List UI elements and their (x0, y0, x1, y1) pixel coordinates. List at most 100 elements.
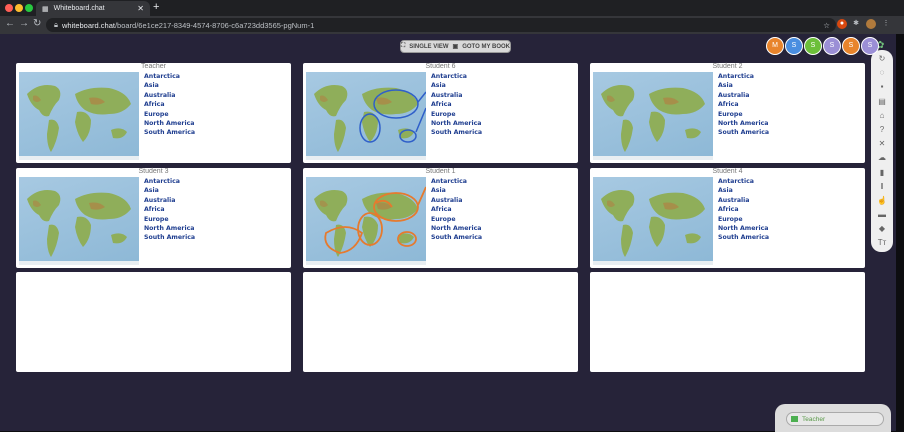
continent-label: North America (431, 120, 482, 128)
help-icon[interactable]: ? (880, 123, 884, 137)
student-board-card[interactable]: Teacher Antarctica Asia Australia Africa Euro… (16, 63, 291, 163)
redo-icon[interactable]: ↻ (879, 52, 886, 66)
board-owner-label: Student 3 (138, 168, 169, 175)
continent-label: South America (431, 129, 483, 137)
continent-label: Africa (431, 206, 452, 214)
goto-book-label[interactable]: GOTO MY BOOK (462, 44, 510, 50)
close-window-icon[interactable] (5, 4, 13, 12)
student-board-card[interactable]: Student 6 Antarctica Asia Australia Africa Eu… (303, 63, 578, 163)
continent-list: Antarctica Asia Australia Africa Europe North… (718, 72, 769, 138)
extension-icon[interactable]: ● (837, 19, 847, 29)
student-board-card[interactable]: Student 3 Antarctica Asia Australia Africa Eu… (16, 168, 291, 268)
participant-avatar[interactable]: S (804, 37, 822, 55)
world-map-image (593, 85, 713, 160)
browser-tab[interactable]: ▦ Whiteboard.chat ✕ (36, 1, 150, 16)
tab-title: Whiteboard.chat (53, 5, 105, 12)
continent-label: North America (144, 120, 195, 128)
continent-label: Antarctica (718, 73, 754, 80)
new-tab-icon[interactable]: + (153, 1, 159, 13)
minimize-window-icon[interactable] (15, 4, 23, 12)
continent-label: Asia (718, 187, 733, 195)
continent-label: Australia (718, 196, 750, 204)
url-host: whiteboard.chat (62, 20, 115, 30)
participant-avatar[interactable]: S (842, 37, 860, 55)
student-board-card[interactable]: Student 2 Antarctica Asia Australia Africa Eu… (590, 63, 865, 163)
world-map-image (306, 186, 426, 265)
hide-icon[interactable]: ◌ (880, 66, 885, 80)
teacher-button-label: Teacher (802, 415, 826, 423)
book-icon: ▣ (452, 44, 459, 50)
map-area (306, 72, 426, 160)
text-icon[interactable]: Tт (878, 236, 887, 250)
continent-label: Africa (431, 101, 452, 109)
video-icon (791, 416, 798, 422)
lock-icon: 🔒︎ (54, 20, 58, 29)
continent-label: Antarctica (431, 73, 467, 80)
maximize-window-icon[interactable] (25, 4, 33, 12)
continent-label: North America (431, 225, 482, 233)
map-area (19, 72, 139, 160)
tab-close-icon[interactable]: ✕ (137, 4, 144, 13)
side-toolbar: ↻ ◌ ▪ ▤ ⌂? ✕ ☁ ▮ ‖ ☝ ▬ ◆ Tт (871, 50, 893, 252)
continent-label: Asia (144, 187, 159, 195)
continent-label: Europe (431, 110, 456, 118)
continent-label: Asia (718, 82, 733, 90)
browser-menu-icon[interactable]: ⋮ (881, 19, 891, 29)
home-icon[interactable]: ⌂ (880, 109, 885, 123)
reload-icon[interactable]: ↻ (33, 18, 41, 29)
teacher-button[interactable]: Teacher (786, 412, 884, 426)
continent-label: Australia (718, 91, 750, 99)
continent-label: South America (144, 234, 196, 242)
profile-avatar-icon[interactable] (866, 19, 876, 29)
participant-avatar[interactable]: S (861, 37, 879, 55)
participant-avatar[interactable]: S (823, 37, 841, 55)
save-icon[interactable]: ▪ (881, 80, 884, 94)
participant-avatar[interactable]: S (785, 37, 803, 55)
continent-label: South America (431, 234, 483, 242)
forward-icon[interactable]: → (19, 18, 29, 29)
map-area (306, 177, 426, 265)
continent-label: Antarctica (144, 178, 180, 185)
extensions-puzzle-icon[interactable]: ✱ (851, 19, 861, 29)
shapes-icon[interactable]: ▬ (878, 208, 886, 222)
single-view-label[interactable]: SINGLE VIEW (409, 44, 448, 50)
continent-label: Australia (431, 196, 463, 204)
student-board-card[interactable]: Student 4 Antarctica Asia Australia Africa Eu… (590, 168, 865, 268)
continent-list: Antarctica Asia Australia Africa Europe North… (144, 72, 195, 138)
browser-tab-bar: ▦ Whiteboard.chat ✕ + (0, 0, 904, 16)
student-board-card[interactable] (590, 272, 865, 372)
continent-label: Europe (718, 110, 743, 118)
close-icon[interactable]: ✕ (879, 137, 886, 151)
pause-icon[interactable]: ‖ (880, 180, 883, 194)
continent-label: South America (144, 129, 196, 137)
board-owner-label: Teacher (141, 63, 166, 70)
continent-list: Antarctica Asia Australia Africa Europe North… (144, 177, 195, 243)
view-toggle-button[interactable]: ⛶ SINGLE VIEW ▣ GOTO MY BOOK (400, 40, 511, 53)
delete-icon[interactable]: ▮ (880, 166, 884, 180)
back-icon[interactable]: ← (5, 18, 15, 29)
continent-list: Antarctica Asia Australia Africa Europe North… (431, 177, 482, 243)
continent-label: North America (718, 120, 769, 128)
board-owner-label: Student 1 (425, 168, 456, 175)
continent-label: Antarctica (431, 178, 467, 185)
world-map-image (19, 85, 139, 160)
continent-label: Antarctica (144, 73, 180, 80)
continent-label: North America (718, 225, 769, 233)
eraser-icon[interactable]: ◆ (879, 222, 885, 236)
continent-label: North America (144, 225, 195, 233)
address-bar[interactable]: 🔒︎ whiteboard.chat/board/6e1ce217-8349-4… (46, 18, 836, 32)
pointer-icon[interactable]: ☝ (877, 194, 887, 208)
student-board-card[interactable] (303, 272, 578, 372)
continent-label: South America (718, 234, 770, 242)
continent-label: Europe (144, 215, 169, 223)
continent-label: Africa (718, 101, 739, 109)
gallery-icon[interactable]: ▤ (878, 95, 886, 109)
world-map-image (19, 190, 139, 265)
student-board-card[interactable] (16, 272, 291, 372)
map-area (593, 177, 713, 265)
bookmark-star-icon[interactable]: ☆ (823, 21, 830, 30)
participant-avatar[interactable]: M (766, 37, 784, 55)
student-board-card[interactable]: Student 1 Antarctica Asia Australia Africa Eu… (303, 168, 578, 268)
board-owner-label: Student 6 (425, 63, 456, 70)
upload-cloud-icon[interactable]: ☁ (878, 151, 886, 165)
